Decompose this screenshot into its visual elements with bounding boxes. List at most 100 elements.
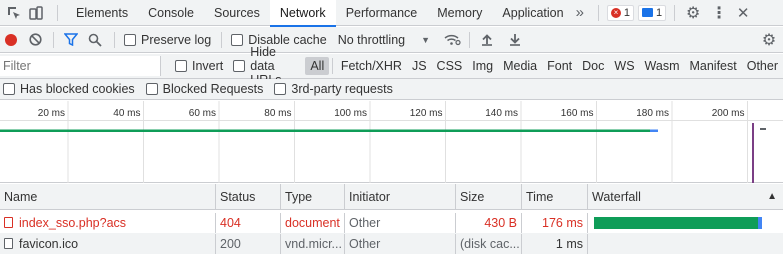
more-tabs-button[interactable]: » [576,4,584,21]
tab-sources[interactable]: Sources [204,0,270,26]
filter-type-manifest[interactable]: Manifest [684,57,741,75]
filter-type-ws[interactable]: WS [609,57,639,75]
divider [221,31,223,48]
close-icon[interactable]: ✕ [734,0,752,26]
filter-type-img[interactable]: Img [467,57,498,75]
filter-type-other[interactable]: Other [742,57,783,75]
request-name-text: index_sso.php?acs [19,215,127,230]
overview-tick-label: 200 ms [712,108,745,119]
chevron-down-icon[interactable]: ▼ [421,35,430,45]
request-waterfall [588,234,783,254]
filter-type-doc[interactable]: Doc [577,57,609,75]
filter-type-all[interactable]: All [305,57,330,75]
devtools-tab-bar: Elements Console Sources Network Perform… [0,0,783,27]
filter-type-wasm[interactable]: Wasm [640,57,685,75]
network-settings-gear-icon[interactable]: ⚙ [760,27,778,53]
device-toolbar-icon[interactable] [25,0,47,26]
preserve-log-checkbox[interactable] [124,33,136,46]
third-party-requests-label: 3rd-party requests [291,82,393,96]
overview-slider-handle[interactable] [760,128,766,130]
sort-up-icon: ▲ [767,191,777,202]
tab-performance[interactable]: Performance [336,0,428,26]
search-icon[interactable] [84,27,106,53]
filter-icon[interactable] [62,27,80,53]
load-event-line [752,123,754,183]
throttling-select[interactable]: No throttling [338,33,405,47]
has-blocked-cookies-checkbox[interactable] [3,83,15,95]
table-row[interactable]: index_sso.php?acs 404 document Other 430… [0,212,783,233]
request-size: 430 B [456,212,522,233]
request-status: 404 [216,212,281,233]
overview-tick-label: 180 ms [636,108,669,119]
request-filters-bar: Has blocked cookies Blocked Requests 3rd… [0,79,783,100]
column-type[interactable]: Type [281,183,345,210]
tab-elements[interactable]: Elements [66,0,138,26]
overview-tick-label: 140 ms [485,108,518,119]
column-status[interactable]: Status [216,183,281,210]
overview-tick-label: 120 ms [410,108,443,119]
waterfall-bar-green [594,216,758,229]
document-icon [4,217,13,228]
filter-type-css[interactable]: CSS [432,57,468,75]
clear-icon[interactable] [23,27,47,53]
import-har-icon[interactable] [476,27,498,53]
overview-bar-blue [650,129,658,132]
filter-type-font[interactable]: Font [542,57,577,75]
inspect-element-icon[interactable] [3,0,25,26]
request-size: (disk cac... [456,233,522,254]
messages-badge[interactable]: 1 [638,4,667,21]
overview-canvas: 20 ms 40 ms 60 ms 80 ms 100 ms 120 ms 140 ms 16… [0,101,783,183]
column-initiator[interactable]: Initiator [345,183,456,210]
tab-memory[interactable]: Memory [427,0,492,26]
network-overview-timeline[interactable]: 20 ms 40 ms 60 ms 80 ms 100 ms 120 ms 140 ms 16… [0,101,783,183]
hide-data-urls-checkbox[interactable] [233,60,246,72]
waterfall-bar-blue [758,216,762,229]
messages-count: 1 [656,6,663,19]
overview-tick-label: 160 ms [561,108,594,119]
overview-tick-label: 60 ms [189,108,216,119]
filter-type-js[interactable]: JS [407,57,432,75]
export-har-icon[interactable] [504,27,526,53]
errors-count: 1 [623,6,631,19]
request-type: document [281,212,345,233]
column-time[interactable]: Time [522,183,588,210]
more-options-icon[interactable]: ⋮ [708,0,730,26]
overview-tick-label: 80 ms [264,108,291,119]
third-party-requests-checkbox[interactable] [274,83,287,95]
network-conditions-icon[interactable] [441,27,463,53]
divider [597,4,599,21]
error-icon: × [610,7,621,18]
filter-bar: Invert Hide data URLs All Fetch/XHR JS C… [0,45,783,87]
column-name[interactable]: Name [0,183,216,210]
request-name-text: favicon.ico [19,236,79,251]
errors-badge[interactable]: × 1 [606,4,635,21]
request-time: 1 ms [522,233,588,254]
settings-gear-icon[interactable]: ⚙ [684,0,702,26]
request-name[interactable]: index_sso.php?acs [0,212,216,233]
invert-checkbox[interactable] [175,60,187,72]
disable-cache-checkbox[interactable] [231,33,244,46]
tab-application[interactable]: Application [492,0,573,26]
table-row[interactable]: favicon.ico 200 vnd.micr... Other (disk … [0,233,783,254]
request-waterfall [588,213,783,233]
request-initiator: Other [345,212,456,233]
blocked-requests-label: Blocked Requests [162,82,264,96]
column-size[interactable]: Size [456,183,522,210]
overview-tick-label: 20 ms [38,108,65,119]
filter-input[interactable] [0,56,161,76]
column-waterfall-label: Waterfall [592,189,641,204]
has-blocked-cookies-label: Has blocked cookies [20,82,135,96]
request-type: vnd.micr... [281,233,345,254]
record-button[interactable] [5,33,17,46]
tab-network[interactable]: Network [269,0,336,27]
request-initiator: Other [345,233,456,254]
overview-tick-label: 100 ms [334,108,367,119]
divider [332,58,333,74]
column-waterfall[interactable]: Waterfall ▲ [588,184,783,210]
filter-type-fetch-xhr[interactable]: Fetch/XHR [336,57,407,75]
blocked-requests-checkbox[interactable] [145,83,158,95]
filter-type-media[interactable]: Media [498,57,542,75]
document-icon [4,238,13,249]
request-name[interactable]: favicon.ico [0,233,216,254]
tab-console[interactable]: Console [138,0,204,26]
